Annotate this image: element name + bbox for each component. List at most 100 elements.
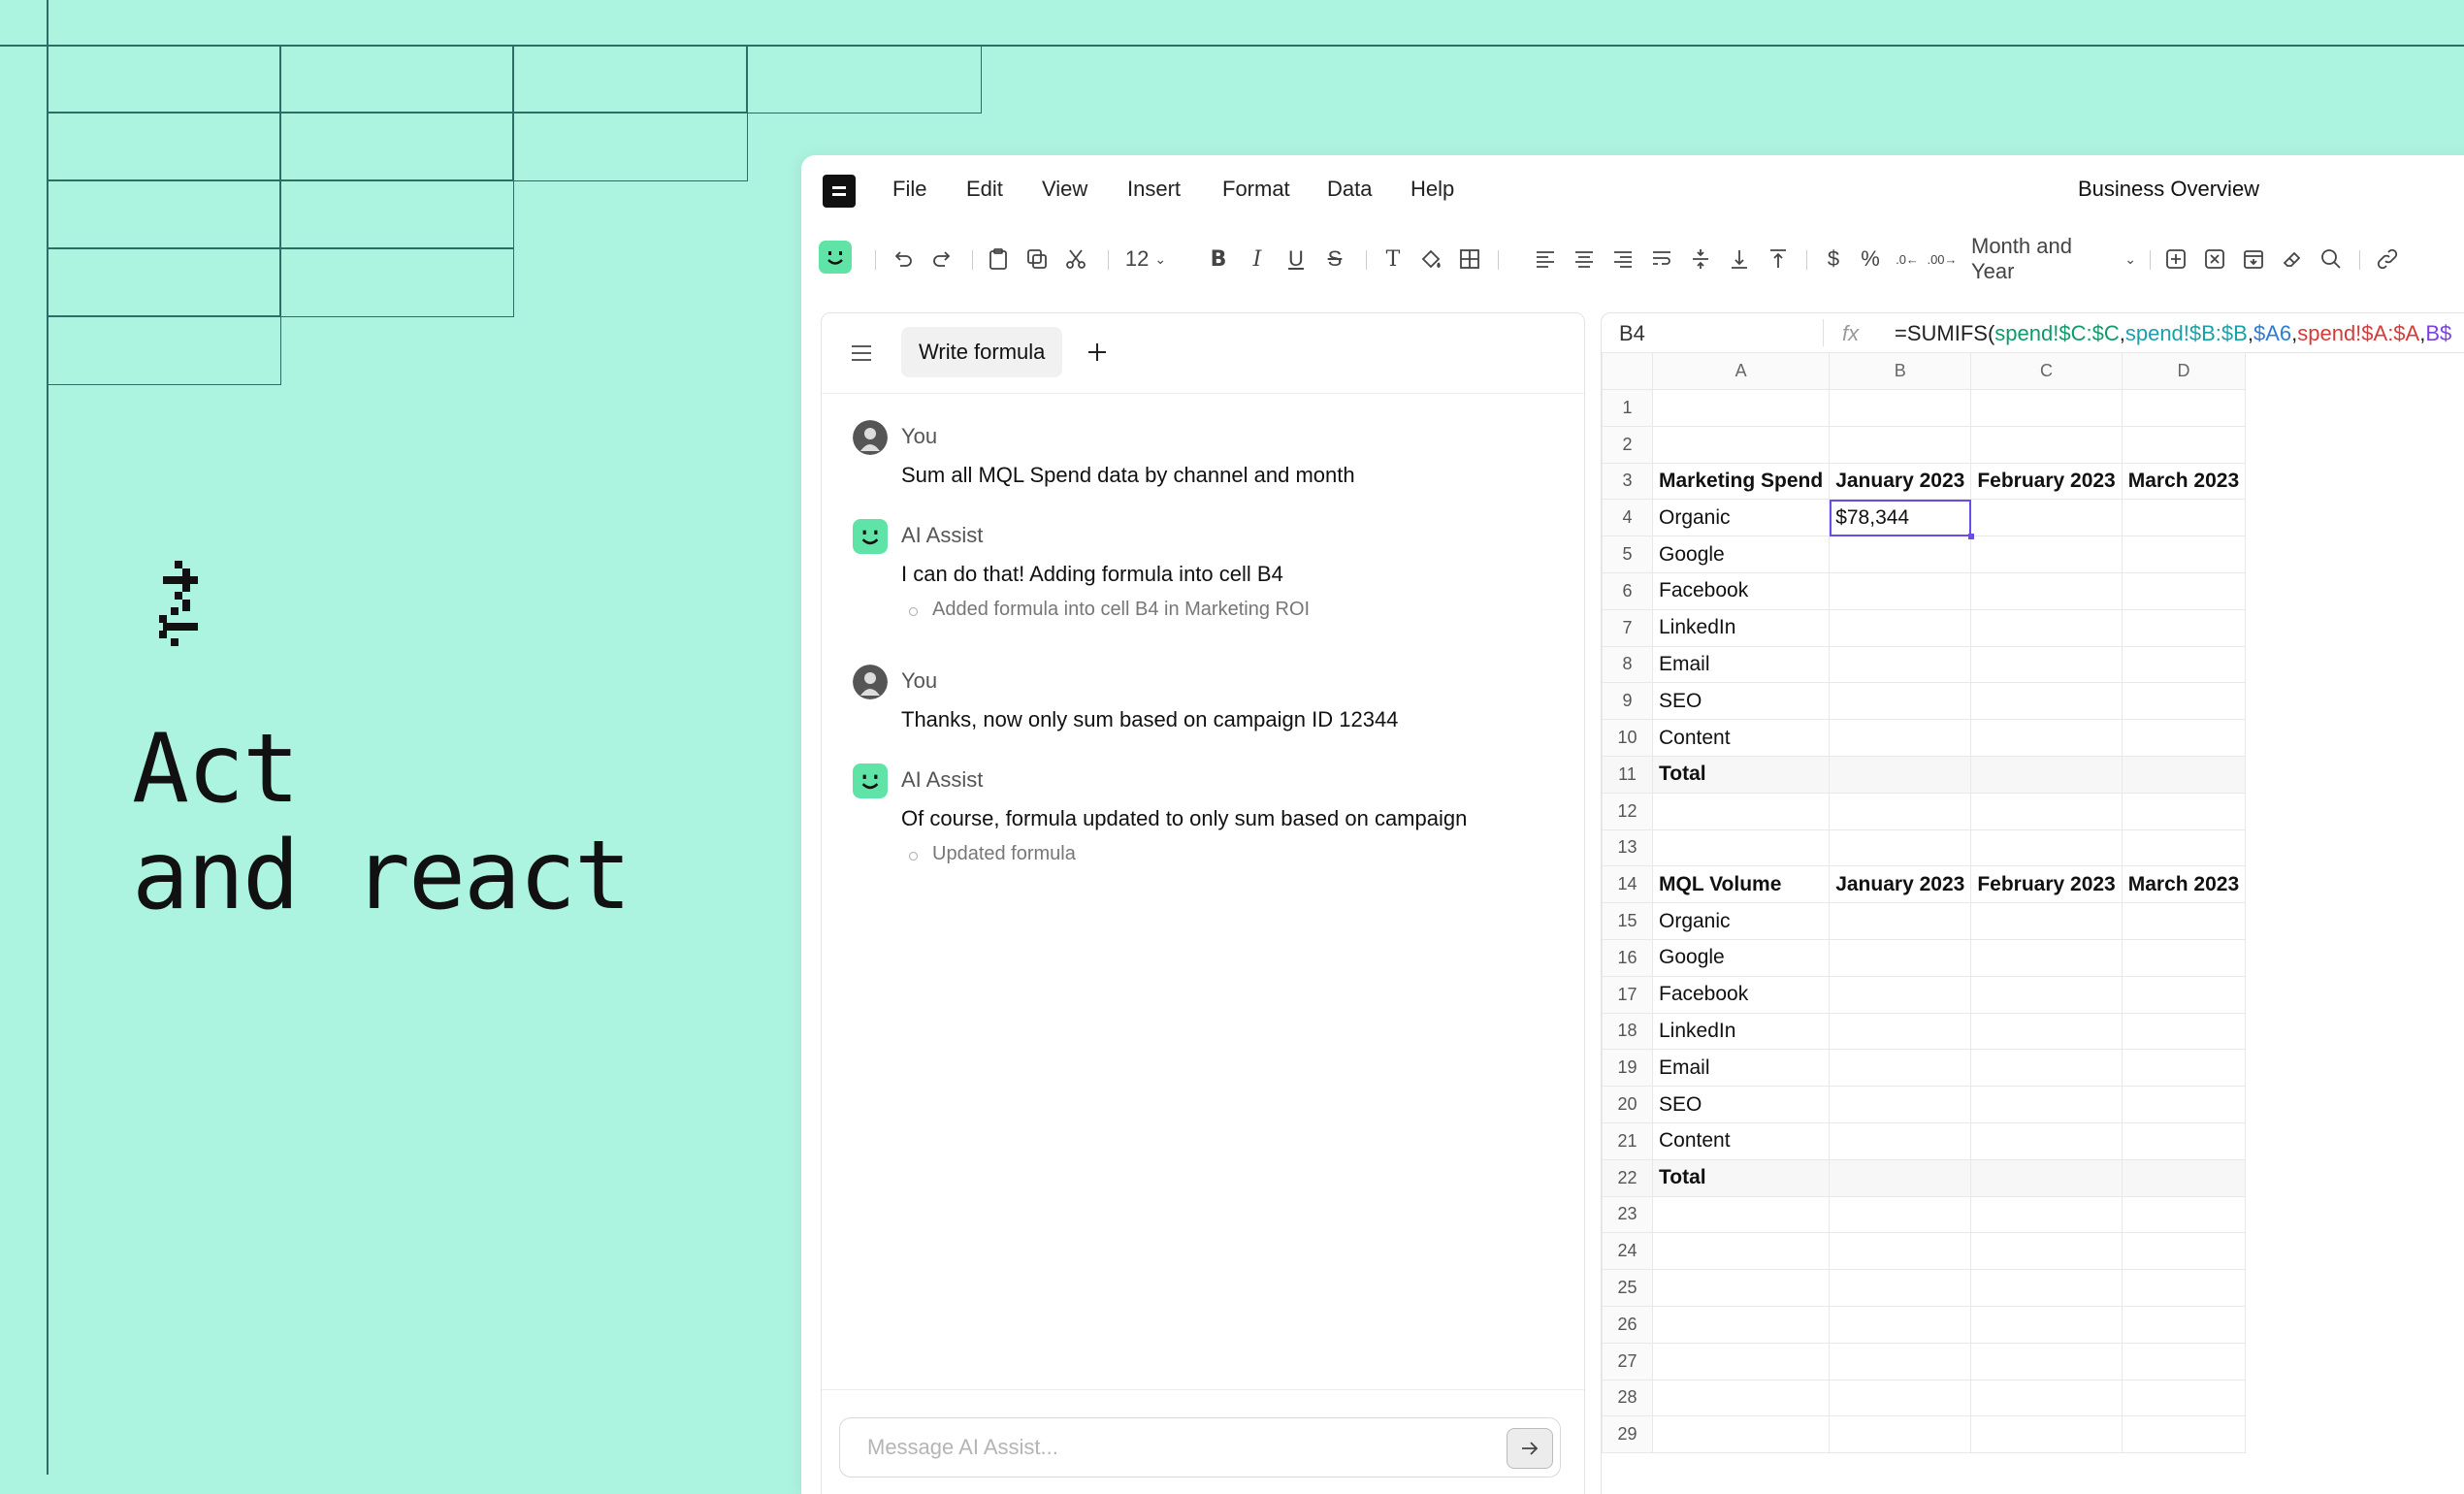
vertical-align-middle-icon[interactable]: [1688, 246, 1713, 272]
cell[interactable]: Content: [1651, 1121, 1831, 1160]
search-icon[interactable]: [2318, 246, 2344, 272]
align-left-icon[interactable]: [1533, 246, 1558, 272]
menu-insert[interactable]: Insert: [1127, 177, 1181, 202]
row-number[interactable]: 29: [1602, 1415, 1653, 1454]
cell[interactable]: [1970, 1379, 2123, 1417]
send-button[interactable]: [1507, 1428, 1553, 1469]
cell[interactable]: [1651, 1415, 1831, 1454]
percent-icon[interactable]: %: [1859, 246, 1882, 272]
row-number[interactable]: 3: [1602, 462, 1653, 501]
cell[interactable]: [2121, 608, 2247, 647]
cell[interactable]: [1829, 755, 1972, 794]
row-number[interactable]: 11: [1602, 755, 1653, 794]
cell[interactable]: [1829, 389, 1972, 427]
cell[interactable]: [1970, 608, 2123, 647]
cell[interactable]: [1970, 425, 2123, 464]
cell[interactable]: [1829, 1012, 1972, 1051]
archive-icon[interactable]: [2241, 246, 2266, 272]
document-title[interactable]: Business Overview: [2078, 177, 2259, 202]
redo-icon[interactable]: [929, 246, 955, 272]
cell[interactable]: Facebook: [1651, 975, 1831, 1014]
cell[interactable]: [1829, 938, 1972, 977]
cell[interactable]: [1651, 1232, 1831, 1271]
delete-icon[interactable]: [2202, 246, 2227, 272]
cell[interactable]: March 2023: [2121, 865, 2247, 904]
cell[interactable]: [1829, 645, 1972, 684]
eraser-icon[interactable]: [2280, 246, 2305, 272]
row-number[interactable]: 2: [1602, 425, 1653, 464]
menu-file[interactable]: File: [892, 177, 926, 202]
cell[interactable]: [2121, 1269, 2247, 1307]
cell[interactable]: Google: [1651, 938, 1831, 977]
row-number[interactable]: 19: [1602, 1049, 1653, 1088]
cell[interactable]: [1970, 1049, 2123, 1088]
cell[interactable]: [2121, 1012, 2247, 1051]
row-number[interactable]: 16: [1602, 938, 1653, 977]
cell[interactable]: [1829, 828, 1972, 867]
vertical-align-bottom-icon[interactable]: [1727, 246, 1752, 272]
row-number[interactable]: 20: [1602, 1086, 1653, 1123]
column-header[interactable]: C: [1970, 352, 2123, 390]
cell[interactable]: Content: [1651, 719, 1831, 757]
cell[interactable]: Organic: [1651, 902, 1831, 940]
row-number[interactable]: 1: [1602, 389, 1653, 427]
cell[interactable]: Facebook: [1651, 571, 1831, 610]
cell[interactable]: [1970, 1232, 2123, 1271]
cell[interactable]: [2121, 1195, 2247, 1234]
cell[interactable]: [1970, 1086, 2123, 1123]
row-number[interactable]: 21: [1602, 1121, 1653, 1160]
tab-write-formula[interactable]: Write formula: [901, 327, 1063, 377]
cell[interactable]: [1829, 792, 1972, 830]
row-number[interactable]: 28: [1602, 1379, 1653, 1417]
bold-icon[interactable]: B: [1209, 246, 1228, 272]
wrap-text-icon[interactable]: [1649, 246, 1674, 272]
row-number[interactable]: 15: [1602, 902, 1653, 940]
cell[interactable]: [2121, 571, 2247, 610]
fill-handle[interactable]: [1967, 533, 1974, 539]
cell[interactable]: [1970, 682, 2123, 721]
menu-edit[interactable]: Edit: [966, 177, 1003, 202]
cell[interactable]: $78,344: [1829, 499, 1972, 537]
cell[interactable]: [1970, 1415, 2123, 1454]
cell[interactable]: [1651, 792, 1831, 830]
text-format-icon[interactable]: T: [1381, 246, 1405, 272]
menu-view[interactable]: View: [1042, 177, 1087, 202]
cell[interactable]: [2121, 792, 2247, 830]
cell[interactable]: [1829, 975, 1972, 1014]
currency-icon[interactable]: $: [1824, 246, 1843, 272]
cell[interactable]: LinkedIn: [1651, 608, 1831, 647]
cell[interactable]: [1829, 1121, 1972, 1160]
row-number[interactable]: 8: [1602, 645, 1653, 684]
row-number[interactable]: 26: [1602, 1305, 1653, 1344]
cell[interactable]: [1829, 719, 1972, 757]
row-number[interactable]: 5: [1602, 536, 1653, 573]
cell[interactable]: [1829, 1232, 1972, 1271]
cell[interactable]: MQL Volume: [1651, 865, 1831, 904]
cell[interactable]: January 2023: [1829, 865, 1972, 904]
cell[interactable]: [1651, 1342, 1831, 1380]
cell[interactable]: [1970, 755, 2123, 794]
cell[interactable]: [1829, 1342, 1972, 1380]
strikethrough-icon[interactable]: S: [1325, 246, 1345, 272]
cell[interactable]: [1970, 389, 2123, 427]
cell[interactable]: [2121, 425, 2247, 464]
link-icon[interactable]: [2375, 246, 2400, 272]
borders-icon[interactable]: [1457, 246, 1482, 272]
cell[interactable]: [1970, 1195, 2123, 1234]
insert-icon[interactable]: [2163, 246, 2188, 272]
decrease-decimal-icon[interactable]: .0←: [1896, 246, 1919, 272]
cell[interactable]: [2121, 1232, 2247, 1271]
formula-input[interactable]: =SUMIFS(spend!$C:$C,spend!$B:$B,$A6,spen…: [1895, 321, 2451, 346]
row-number[interactable]: 23: [1602, 1195, 1653, 1234]
cell[interactable]: [1829, 571, 1972, 610]
cell[interactable]: [1829, 608, 1972, 647]
cell[interactable]: [1970, 499, 2123, 537]
cell[interactable]: [1651, 828, 1831, 867]
cell[interactable]: [1970, 1121, 2123, 1160]
cell[interactable]: [2121, 499, 2247, 537]
underline-icon[interactable]: U: [1286, 246, 1306, 272]
cell[interactable]: [1970, 938, 2123, 977]
cell[interactable]: March 2023: [2121, 462, 2247, 501]
cell[interactable]: [2121, 902, 2247, 940]
cell[interactable]: Total: [1651, 755, 1831, 794]
